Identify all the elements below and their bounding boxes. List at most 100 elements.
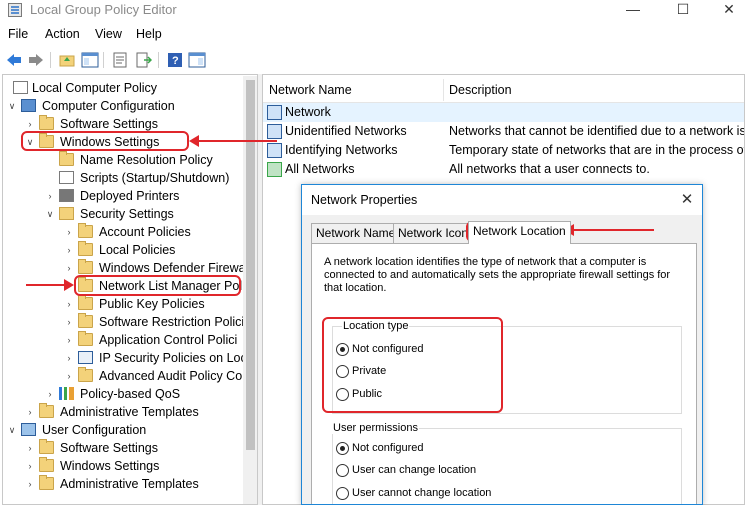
radio-label: User can change location [352,464,477,476]
maximize-button[interactable]: ☐ [660,0,706,22]
radio-button-selected[interactable] [336,442,349,455]
radio-button[interactable] [336,487,349,500]
tree-item-label: Policy-based QoS [80,387,181,401]
chevron-down-icon[interactable]: ∨ [7,97,17,115]
tree-item-label: User Configuration [42,423,147,437]
list-header: Network Name Description [263,75,744,103]
user-icon [21,423,36,436]
dialog-title-bar[interactable]: Network Properties ✕ [302,185,702,215]
computer-icon [21,99,36,112]
menu-bar: File Action View Help [0,26,745,44]
back-icon[interactable] [4,50,24,70]
minimize-button[interactable]: — [610,0,656,22]
scrollbar-thumb[interactable] [246,80,255,450]
tree-item-label: Security Settings [80,207,174,221]
chevron-right-icon[interactable]: › [64,241,74,259]
highlight-network-list-manager [74,275,241,296]
chevron-right-icon[interactable]: › [25,475,35,493]
security-icon [59,207,74,220]
menu-view[interactable]: View [95,27,122,41]
folder-icon [39,475,54,490]
network-icon [267,143,282,158]
chevron-right-icon[interactable]: › [64,259,74,277]
network-name: Unidentified Networks [285,124,407,138]
highlight-location-type [322,317,503,413]
show-hide-tree-icon[interactable] [80,50,100,70]
folder-icon [78,295,93,310]
menu-file[interactable]: File [8,27,28,41]
chevron-right-icon[interactable]: › [64,295,74,313]
tree-item-label: Advanced Audit Policy Co [99,369,243,383]
tree-item-label: Scripts (Startup/Shutdown) [80,171,230,185]
dialog-close-button[interactable]: ✕ [676,189,698,211]
list-item-unidentified-networks[interactable]: Unidentified Networks Networks that cann… [263,122,745,141]
network-name: Identifying Networks [285,143,398,157]
show-pane-icon[interactable] [187,50,207,70]
chevron-right-icon[interactable]: › [25,457,35,475]
help-icon[interactable]: ? [165,50,185,70]
tab-network-location[interactable]: Network Location [468,221,571,244]
column-header-description[interactable]: Description [449,83,512,97]
list-item-all-networks[interactable]: All Networks All networks that a user co… [263,160,744,179]
close-button[interactable]: ✕ [706,0,745,22]
chevron-right-icon[interactable]: › [64,313,74,331]
properties-icon[interactable] [110,50,130,70]
user-permissions-label: User permissions [332,422,419,434]
ipsec-icon [78,351,93,364]
export-list-icon[interactable] [134,50,154,70]
chevron-down-icon[interactable]: ∨ [7,421,17,439]
chevron-right-icon[interactable]: › [45,385,55,403]
folder-icon [59,151,74,166]
menu-action[interactable]: Action [45,27,80,41]
folder-icon [78,223,93,238]
arrow-network-list-manager [26,279,74,291]
script-icon [59,171,74,184]
policy-icon [13,81,28,94]
radio-label: Not configured [352,442,424,454]
tree-item-label: Account Policies [99,225,191,239]
tree-item-label: Computer Configuration [42,99,175,113]
tree-item-label: Software Restriction Polici [99,315,245,329]
forward-icon[interactable] [26,50,46,70]
network-description: Temporary state of networks that are in … [449,143,745,157]
chevron-right-icon[interactable]: › [45,187,55,205]
arrow-windows-settings [189,135,277,147]
network-icon [267,162,282,177]
list-item-identifying-networks[interactable]: Identifying Networks Temporary state of … [263,141,745,160]
network-name: All Networks [285,162,355,176]
list-item-network[interactable]: Network [263,103,744,122]
radio-label: User cannot change location [352,487,492,499]
chevron-right-icon[interactable]: › [64,331,74,349]
tree-item-label: Name Resolution Policy [80,153,213,167]
tab-network-name[interactable]: Network Name [311,223,401,243]
column-header-network-name[interactable]: Network Name [269,83,352,97]
chevron-right-icon[interactable]: › [64,223,74,241]
chevron-right-icon[interactable]: › [64,367,74,385]
menu-help[interactable]: Help [136,27,162,41]
radio-button[interactable] [336,464,349,477]
folder-icon [39,115,54,130]
toolbar-separator [158,52,159,68]
tree-item-label: Administrative Templates [60,405,199,419]
location-description: A network location identifies the type o… [324,256,671,294]
arrow-network-location-tab [564,224,654,236]
chevron-right-icon[interactable]: › [64,349,74,367]
tab-network-icon[interactable]: Network Icon [393,223,474,243]
network-icon [267,124,282,139]
chevron-right-icon[interactable]: › [25,439,35,457]
network-description: All networks that a user connects to. [449,162,650,176]
column-divider[interactable] [443,79,444,101]
folder-icon [78,313,93,328]
network-name: Network [285,105,331,119]
up-folder-icon[interactable] [57,50,77,70]
chevron-right-icon[interactable]: › [25,403,35,421]
svg-text:?: ? [172,55,179,67]
toolbar: ? [0,47,745,73]
network-icon [267,105,282,120]
network-description: Networks that cannot be identified due t… [449,124,745,138]
tree-item-label: IP Security Policies on Loc [99,351,247,365]
tree-item-label: Public Key Policies [99,297,205,311]
dialog-title: Network Properties [311,193,418,207]
tree-item-label: Deployed Printers [80,189,180,203]
chevron-down-icon[interactable]: ∨ [45,205,55,223]
